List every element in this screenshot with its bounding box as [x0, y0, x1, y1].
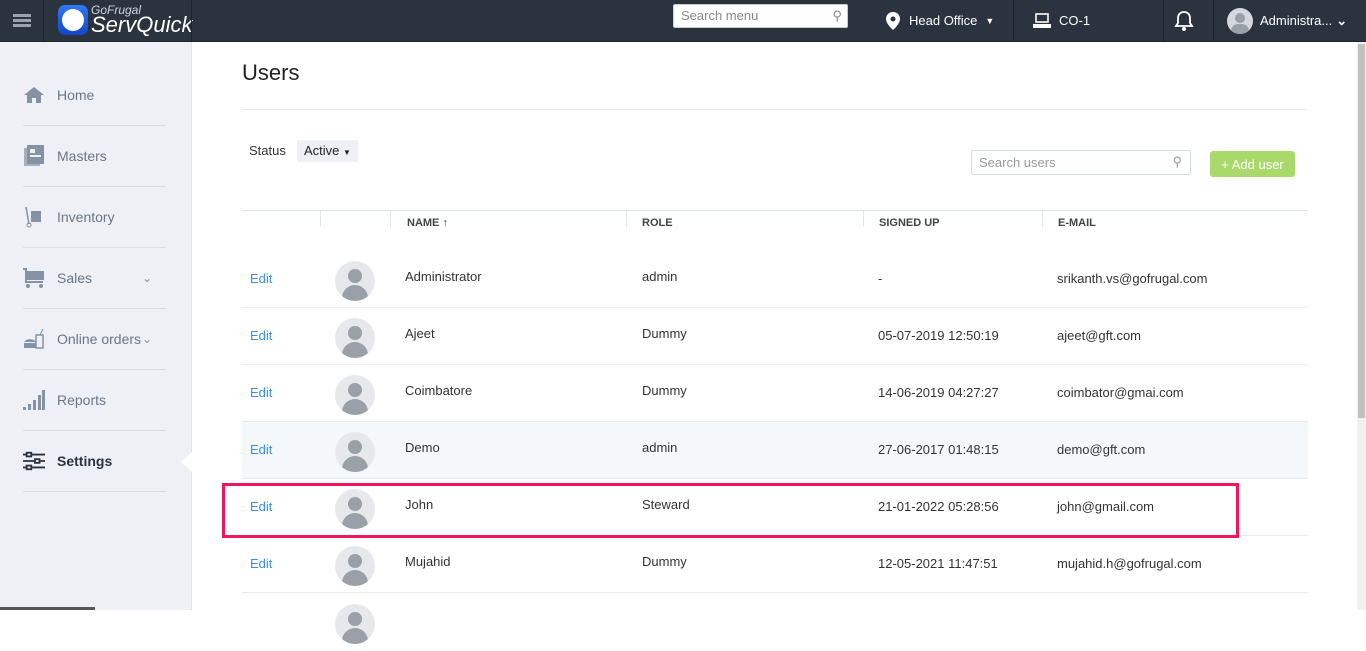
sidebar-item-label: Inventory — [57, 209, 115, 225]
active-indicator — [181, 452, 192, 472]
search-icon: ⚲ — [832, 8, 842, 23]
edit-link[interactable]: Edit — [250, 271, 272, 286]
sidebar-item-label: Settings — [57, 453, 113, 469]
avatar — [335, 261, 375, 301]
sidebar-item-sales[interactable]: Sales ⌄ — [23, 248, 166, 309]
signed-up-date: - — [878, 271, 883, 286]
bell-icon — [1174, 10, 1194, 31]
sliders-icon — [23, 450, 45, 472]
user-menu[interactable]: Administra... ⌄ — [1227, 0, 1347, 41]
chevron-down-icon: ⌄ — [141, 271, 152, 285]
user-avatar — [1227, 7, 1253, 34]
sidebar-item-label: Reports — [57, 392, 107, 408]
logo[interactable]: GoFrugal ServQuick — [58, 1, 192, 39]
signed-up-date: 27-06-2017 01:48:15 — [878, 442, 999, 457]
food-order-icon — [23, 328, 45, 350]
user-role: Dummy — [642, 383, 687, 398]
table-row: Edit Administrator admin - srikanth.vs@g… — [242, 251, 1308, 308]
brand-name: ServQuick — [91, 12, 193, 37]
status-label: Status — [249, 143, 286, 158]
user-role: Dummy — [642, 326, 687, 341]
signed-up-date: 12-05-2021 11:47:51 — [878, 556, 998, 571]
highlight-box — [222, 483, 1239, 538]
table-row: Edit Demo admin 27-06-2017 01:48:15 demo… — [242, 422, 1308, 479]
sidebar-item-masters[interactable]: Masters — [23, 126, 166, 187]
user-email: ajeet@gft.com — [1057, 328, 1142, 343]
home-icon — [23, 84, 45, 106]
sidebar: Home Masters Inventory Sales ⌄ Online ord… — [0, 42, 192, 610]
status-dropdown[interactable]: Active ▼ — [297, 140, 358, 162]
user-name: Mujahid — [405, 554, 451, 569]
search-icon: ⚲ — [1172, 154, 1182, 169]
avatar — [335, 432, 375, 472]
caret-down-icon: ▼ — [343, 148, 351, 157]
column-header-role[interactable]: ROLE — [642, 217, 673, 229]
caret-down-icon: ▼ — [985, 15, 995, 26]
user-name: Administrator — [405, 269, 482, 284]
user-email: mujahid.h@gofrugal.com — [1057, 556, 1202, 571]
user-email: coimbator@gmai.com — [1057, 385, 1184, 400]
user-name: Demo — [405, 440, 440, 455]
signed-up-date: 14-06-2019 04:27:27 — [878, 385, 999, 400]
avatar — [335, 318, 375, 358]
document-stack-icon — [23, 145, 45, 167]
cart-icon — [23, 267, 45, 289]
search-menu-placeholder: Search menu — [681, 8, 759, 23]
sidebar-item-reports[interactable]: Reports — [23, 370, 166, 431]
map-pin-icon — [886, 11, 900, 30]
sidebar-item-label: Online orders — [57, 331, 142, 347]
sidebar-item-settings[interactable]: Settings — [23, 431, 166, 492]
servquick-logo-icon — [58, 5, 88, 35]
chevron-down-icon: ⌄ — [1336, 12, 1348, 28]
edit-link[interactable]: Edit — [250, 556, 272, 571]
column-header-email[interactable]: E-MAIL — [1058, 217, 1096, 229]
page-title: Users — [242, 60, 300, 85]
search-users-input[interactable]: Search users ⚲ — [971, 150, 1191, 175]
user-role: Dummy — [642, 554, 687, 569]
user-email: srikanth.vs@gofrugal.com — [1057, 271, 1208, 286]
user-role: admin — [642, 269, 678, 284]
avatar — [335, 546, 375, 586]
sidebar-item-label: Masters — [57, 148, 107, 164]
hamburger-menu-icon[interactable] — [0, 0, 44, 41]
location-label: Head Office — [909, 13, 978, 28]
user-name: Ajeet — [405, 326, 435, 341]
edit-link[interactable]: Edit — [250, 328, 272, 343]
user-name: Administra... — [1260, 13, 1333, 28]
column-header-name[interactable]: NAME ↑ — [407, 217, 448, 229]
avatar — [335, 604, 375, 644]
signed-up-date: 05-07-2019 12:50:19 — [878, 328, 999, 343]
bar-signal-icon — [23, 389, 45, 411]
edit-link[interactable]: Edit — [250, 385, 272, 400]
scrollbar[interactable] — [1357, 42, 1366, 610]
location-selector[interactable]: Head Office ▼ — [886, 0, 994, 41]
top-bar: GoFrugal ServQuick Search menu ⚲ Head Offi… — [0, 0, 1366, 42]
computer-icon — [1033, 12, 1051, 28]
sidebar-item-label: Sales — [57, 270, 93, 286]
counter-label: CO-1 — [1059, 13, 1091, 28]
user-email: demo@gft.com — [1057, 442, 1146, 457]
table-row: Edit Ajeet Dummy 05-07-2019 12:50:19 aje… — [242, 308, 1308, 365]
sidebar-item-inventory[interactable]: Inventory — [23, 187, 166, 248]
status-value: Active — [304, 143, 340, 158]
notifications-button[interactable] — [1174, 0, 1194, 41]
sidebar-item-home[interactable]: Home — [23, 65, 166, 126]
sidebar-item-online-orders[interactable]: Online orders ⌄ — [23, 309, 166, 370]
avatar — [335, 375, 375, 415]
table-row: Edit Mujahid Dummy 12-05-2021 11:47:51 m… — [242, 536, 1308, 593]
user-name: Coimbatore — [405, 383, 473, 398]
hand-truck-icon — [23, 206, 45, 228]
edit-link[interactable]: Edit — [250, 442, 272, 457]
search-users-placeholder: Search users — [979, 155, 1056, 170]
counter-selector[interactable]: CO-1 — [1033, 0, 1090, 41]
table-row — [242, 594, 1308, 651]
user-role: admin — [642, 440, 678, 455]
search-menu-input[interactable]: Search menu ⚲ — [673, 4, 848, 28]
table-header: NAME ↑ ROLE SIGNED UP E-MAIL — [242, 210, 1308, 236]
table-row: Edit Coimbatore Dummy 14-06-2019 04:27:2… — [242, 365, 1308, 422]
add-user-button[interactable]: + Add user — [1210, 151, 1295, 177]
sidebar-item-label: Home — [57, 87, 95, 103]
column-header-signed-up[interactable]: SIGNED UP — [879, 217, 940, 229]
chevron-down-icon: ⌄ — [141, 332, 152, 346]
